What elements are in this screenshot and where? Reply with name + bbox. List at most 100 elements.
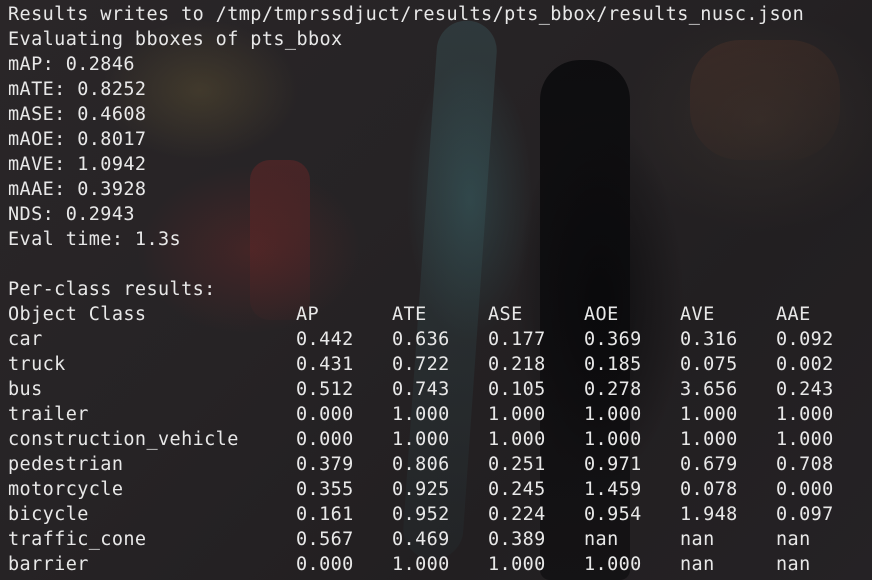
table-cell: 0.431: [296, 354, 354, 375]
table-cell: 0.245: [488, 479, 546, 500]
table-cell: 0.097: [776, 504, 834, 525]
table-header-cell: ATE: [392, 304, 427, 325]
table-row: truck 0.431 0.722 0.218 0.185 0.075 0.00…: [8, 352, 872, 377]
eval-time: Eval time: 1.3s: [8, 229, 182, 250]
table-header-cell: AOE: [584, 304, 619, 325]
table-cell: 1.000: [584, 404, 642, 425]
table-cell: 1.000: [776, 404, 834, 425]
table-cell: 0.161: [296, 504, 354, 525]
table-cell: 0.177: [488, 329, 546, 350]
table-cell: 1.000: [584, 554, 642, 575]
table-cell: 0.971: [584, 454, 642, 475]
table-cell: nan: [584, 529, 619, 550]
table-header-cell: Object Class: [8, 304, 147, 325]
table-cell: 0.636: [392, 329, 450, 350]
table-row: trailer 0.000 1.000 1.000 1.000 1.000 1.…: [8, 402, 872, 427]
table-cell: 0.442: [296, 329, 354, 350]
table-cell: 0.316: [680, 329, 738, 350]
table-cell-class: truck: [8, 354, 66, 375]
table-header-row: Object Class AP ATE ASE AOE AVE AAE: [8, 302, 872, 327]
table-cell: 3.656: [680, 379, 738, 400]
table-cell: 0.389: [488, 529, 546, 550]
table-cell: 0.078: [680, 479, 738, 500]
table-cell: 0.567: [296, 529, 354, 550]
table-row: bicycle 0.161 0.952 0.224 0.954 1.948 0.…: [8, 502, 872, 527]
metric-map: mAP: 0.2846: [8, 54, 135, 75]
table-cell: 0.251: [488, 454, 546, 475]
table-cell: 1.000: [776, 429, 834, 450]
table-cell: 1.000: [488, 429, 546, 450]
table-cell: 1.000: [392, 554, 450, 575]
table-cell-class: car: [8, 329, 43, 350]
table-row: car 0.442 0.636 0.177 0.369 0.316 0.092: [8, 327, 872, 352]
table-header-cell: ASE: [488, 304, 523, 325]
table-header-cell: AP: [296, 304, 320, 325]
terminal-window[interactable]: Results writes to /tmp/tmprssdjuct/resul…: [0, 0, 872, 580]
table-cell: 0.000: [296, 554, 354, 575]
table-cell: nan: [776, 554, 811, 575]
table-cell: 0.355: [296, 479, 354, 500]
table-cell: 0.708: [776, 454, 834, 475]
table-cell: 0.379: [296, 454, 354, 475]
table-cell: 0.278: [584, 379, 642, 400]
table-cell-class: bus: [8, 379, 43, 400]
table-cell-class: pedestrian: [8, 454, 124, 475]
table-cell-class: motorcycle: [8, 479, 124, 500]
output-line-evaluating: Evaluating bboxes of pts_bbox: [8, 29, 343, 50]
metric-nds: NDS: 0.2943: [8, 204, 135, 225]
table-row: motorcycle 0.355 0.925 0.245 1.459 0.078…: [8, 477, 872, 502]
table-cell: nan: [680, 554, 715, 575]
table-cell: 0.002: [776, 354, 834, 375]
table-cell-class: traffic_cone: [8, 529, 147, 550]
table-cell: 1.000: [488, 554, 546, 575]
table-cell: 0.000: [296, 404, 354, 425]
table-cell: 0.722: [392, 354, 450, 375]
table-cell: 0.925: [392, 479, 450, 500]
table-cell: 1.000: [392, 404, 450, 425]
table-cell: 0.512: [296, 379, 354, 400]
table-cell: 0.000: [296, 429, 354, 450]
table-cell-class: barrier: [8, 554, 89, 575]
metric-maoe: mAOE: 0.8017: [8, 129, 147, 150]
table-cell: nan: [776, 529, 811, 550]
table-cell: 0.105: [488, 379, 546, 400]
metric-maae: mAAE: 0.3928: [8, 179, 147, 200]
metric-mase: mASE: 0.4608: [8, 104, 147, 125]
table-cell: 0.743: [392, 379, 450, 400]
table-cell: 0.092: [776, 329, 834, 350]
table-cell: 0.224: [488, 504, 546, 525]
table-cell-class: bicycle: [8, 504, 89, 525]
table-cell: nan: [680, 529, 715, 550]
table-cell: 0.000: [776, 479, 834, 500]
table-cell: 0.243: [776, 379, 834, 400]
table-cell: 1.000: [680, 429, 738, 450]
table-row: bus 0.512 0.743 0.105 0.278 3.656 0.243: [8, 377, 872, 402]
table-cell: 1.000: [584, 429, 642, 450]
table-row: barrier 0.000 1.000 1.000 1.000 nan nan: [8, 552, 872, 577]
table-cell: 0.806: [392, 454, 450, 475]
table-cell: 0.952: [392, 504, 450, 525]
table-cell: 0.185: [584, 354, 642, 375]
table-row: pedestrian 0.379 0.806 0.251 0.971 0.679…: [8, 452, 872, 477]
table-header-cell: AVE: [680, 304, 715, 325]
table-row: construction_vehicle 0.000 1.000 1.000 1…: [8, 427, 872, 452]
table-cell: 0.954: [584, 504, 642, 525]
metric-mate: mATE: 0.8252: [8, 79, 147, 100]
table-cell: 0.369: [584, 329, 642, 350]
table-row: traffic_cone 0.567 0.469 0.389 nan nan n…: [8, 527, 872, 552]
table-cell: 1.000: [680, 404, 738, 425]
table-cell: 0.218: [488, 354, 546, 375]
output-line-results-path: Results writes to /tmp/tmprssdjuct/resul…: [8, 4, 805, 25]
terminal-output: Results writes to /tmp/tmprssdjuct/resul…: [8, 2, 872, 577]
table-cell-class: trailer: [8, 404, 89, 425]
table-cell: 1.000: [488, 404, 546, 425]
table-cell: 0.679: [680, 454, 738, 475]
table-header-cell: AAE: [776, 304, 811, 325]
table-cell: 0.075: [680, 354, 738, 375]
table-cell: 0.469: [392, 529, 450, 550]
per-class-heading: Per-class results:: [8, 279, 216, 300]
table-cell: 1.459: [584, 479, 642, 500]
metric-mave: mAVE: 1.0942: [8, 154, 147, 175]
table-cell: 1.948: [680, 504, 738, 525]
